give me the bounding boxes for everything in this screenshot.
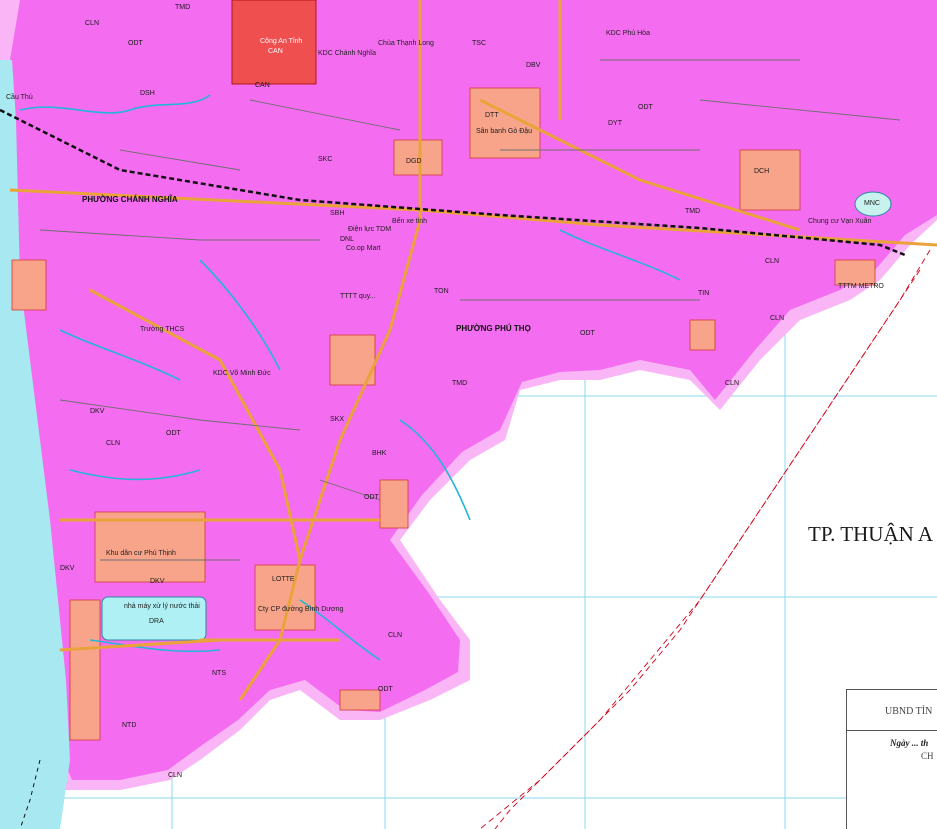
title-block-date: Ngày ... th	[890, 738, 929, 748]
co-op-mart-label: Co.op Mart	[346, 245, 381, 252]
city-title: TP. THUẬN A	[808, 522, 934, 546]
code-label: CLN	[725, 380, 740, 387]
code-label: CLN	[85, 20, 100, 27]
code-label: TMD	[685, 208, 701, 215]
code-label: ODT	[580, 330, 595, 337]
sbh-label: SBH	[330, 210, 345, 217]
map-canvas	[0, 0, 937, 829]
code-label: ODT	[128, 40, 143, 47]
code-label: TMD	[175, 4, 191, 11]
code-label: TSC	[472, 40, 486, 47]
khu-dan-cu-label: Khu dân cư Phú Thịnh	[106, 550, 176, 557]
police-code: CAN	[268, 48, 283, 55]
code-label: TMD	[452, 380, 468, 387]
ward-label-phu-tho: PHƯỜNG PHÚ THỌ	[456, 324, 531, 333]
title-block-header: UBND TỈN	[847, 690, 937, 731]
code-label: CLN	[765, 258, 780, 265]
code-label: DBV	[526, 62, 541, 69]
title-block-org: UBND TỈN	[885, 706, 933, 717]
code-label: NTD	[122, 722, 137, 729]
code-label: DTT	[485, 112, 499, 119]
code-label: ODT	[638, 104, 653, 111]
code-label: NTS	[212, 670, 226, 677]
cty-cp-duong-label: Cty CP đường Bình Dương	[258, 606, 344, 613]
ben-xe-label: Bến xe tỉnh	[392, 218, 428, 225]
code-label: CLN	[770, 315, 785, 322]
title-block-sub: CH	[921, 751, 934, 761]
code-label: ODT	[364, 494, 379, 501]
code-label: DKV	[60, 565, 75, 572]
ward-label-chanh-nghia: PHƯỜNG CHÁNH NGHĨA	[82, 195, 178, 204]
tttt-label: TTTT quy...	[340, 293, 376, 300]
code-label: DCH	[754, 168, 770, 175]
land-use-map: PHƯỜNG CHÁNH NGHĨA PHƯỜNG PHÚ THỌ Công A…	[0, 0, 937, 829]
kdc-vo-minh-duc-label: KDC Võ Minh Đức	[213, 370, 271, 377]
water-plant-label: nhà máy xử lý nước thải	[124, 603, 200, 610]
code-label: CLN	[106, 440, 121, 447]
code-label: DSH	[140, 90, 155, 97]
code-label: DGD	[406, 158, 422, 165]
code-label: ODT	[166, 430, 181, 437]
code-label: MNC	[864, 200, 880, 207]
title-block: UBND TỈN Ngày ... th CH	[846, 689, 937, 829]
chung-cu-van-xuan-label: Chung cư Vạn Xuân	[808, 218, 872, 225]
cau-thu-label: Cầu Thủ	[6, 94, 33, 101]
code-label: BHK	[372, 450, 387, 457]
truong-thcs-label: Trường THCS	[140, 326, 185, 333]
code-label: CLN	[168, 772, 183, 779]
code-label: SKC	[318, 156, 333, 163]
code-label: ODT	[378, 686, 393, 693]
san-banh-label: Sân banh Gò Đậu	[476, 128, 533, 135]
code-label: CLN	[388, 632, 403, 639]
chua-thanh-long-label: Chùa Thạnh Long	[378, 40, 434, 47]
kdc-phu-hoa-label: KDC Phú Hòa	[606, 30, 650, 37]
code-label: DKV	[90, 408, 105, 415]
metro-label: TTTM METRO	[838, 283, 884, 290]
water-plant-code: DRA	[149, 618, 164, 625]
code-label: DYT	[608, 120, 622, 127]
code-label: TIN	[698, 290, 710, 297]
code-label: CAN	[255, 82, 270, 89]
kdc-chanh-nghia-label: KDC Chánh Nghĩa	[318, 50, 376, 57]
code-label: SKX	[330, 416, 345, 423]
code-label: DNL	[340, 236, 355, 243]
code-label: DKV	[150, 578, 165, 585]
dien-luc-label: Điện lực TDM	[348, 226, 392, 233]
code-label: TON	[434, 288, 449, 295]
police-label: Công An Tỉnh	[260, 38, 303, 45]
tmd-lotte-label: LOTTE	[272, 576, 295, 583]
